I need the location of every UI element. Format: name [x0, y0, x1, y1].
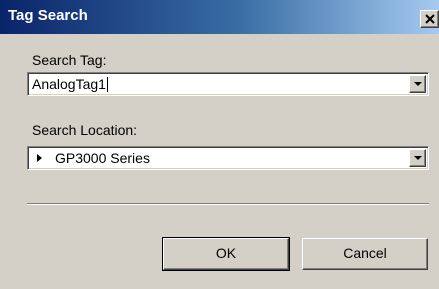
search-tag-value: AnalogTag1: [32, 76, 106, 92]
text-caret: [106, 77, 108, 92]
cancel-button[interactable]: Cancel: [302, 238, 428, 270]
search-tag-combobox[interactable]: AnalogTag1: [27, 72, 429, 96]
separator: [27, 203, 429, 205]
title-bar[interactable]: Tag Search: [0, 0, 439, 34]
search-location-value: GP3000 Series: [55, 150, 150, 166]
tree-expand-icon: [37, 154, 42, 162]
close-icon: [425, 14, 435, 24]
dropdown-arrow-icon: [414, 156, 422, 160]
ok-button[interactable]: OK: [162, 237, 290, 271]
close-button[interactable]: [420, 10, 439, 28]
search-location-dropdown-button[interactable]: [409, 149, 426, 167]
search-location-label: Search Location:: [32, 122, 138, 138]
search-tag-label: Search Tag:: [32, 52, 107, 68]
search-location-combobox[interactable]: GP3000 Series: [27, 146, 429, 170]
tag-search-dialog: Tag Search Search Tag: AnalogTag1 Search…: [0, 0, 439, 289]
search-tag-input[interactable]: AnalogTag1: [32, 76, 108, 92]
dropdown-arrow-icon: [414, 82, 422, 86]
dialog-title: Tag Search: [8, 7, 88, 24]
search-tag-dropdown-button[interactable]: [409, 75, 426, 93]
